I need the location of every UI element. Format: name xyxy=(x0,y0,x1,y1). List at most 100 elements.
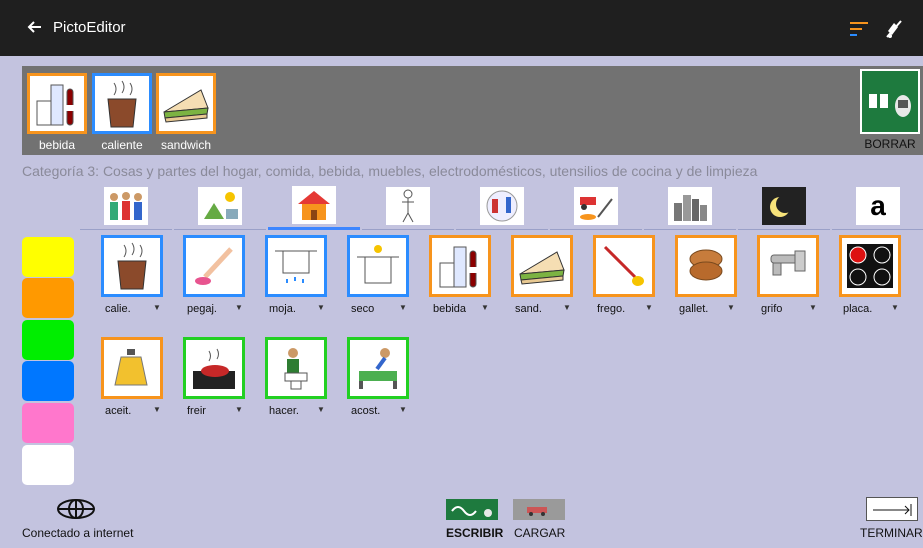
pictogram-acost[interactable]: acost. ▼ xyxy=(347,337,409,419)
pictogram-image xyxy=(429,235,491,297)
sandwich-icon xyxy=(163,88,209,123)
phrase-bar: bebida caliente sandwich BORRAR xyxy=(22,66,923,155)
toilet-icon xyxy=(284,348,308,390)
pictogram-hacer[interactable]: hacer. ▼ xyxy=(265,337,327,419)
dropdown-arrow-icon[interactable]: ▼ xyxy=(399,405,407,414)
dropdown-arrow-icon[interactable]: ▼ xyxy=(481,303,489,312)
tab-tools[interactable] xyxy=(456,182,548,230)
phrase-label: caliente xyxy=(101,138,143,152)
tools-icon xyxy=(480,186,524,225)
phrase-item-bebida[interactable]: bebida xyxy=(27,73,87,152)
sort-icon[interactable] xyxy=(850,22,870,36)
pictogram-placa[interactable]: placa. ▼ xyxy=(839,235,901,317)
back-arrow-icon[interactable] xyxy=(26,19,42,35)
phrase-pic xyxy=(92,73,152,134)
pictogram-bebida[interactable]: bebida ▼ xyxy=(429,235,491,317)
pictogram-label: moja. xyxy=(269,303,296,315)
pictogram-image xyxy=(593,235,655,297)
dropdown-arrow-icon[interactable]: ▼ xyxy=(153,405,161,414)
pictogram-moja[interactable]: moja. ▼ xyxy=(265,235,327,317)
clear-button[interactable]: BORRAR xyxy=(860,69,920,151)
cookies-icon xyxy=(689,249,723,281)
pictogram-seco[interactable]: seco ▼ xyxy=(347,235,409,317)
load-button[interactable]: CARGAR xyxy=(514,526,565,540)
drinks-icon xyxy=(36,84,74,125)
color-swatch-blue[interactable] xyxy=(22,361,74,401)
pictogram-label: freir xyxy=(187,405,206,417)
tab-house[interactable] xyxy=(268,182,360,230)
pictogram-sand[interactable]: sand. ▼ xyxy=(511,235,573,317)
dropdown-arrow-icon[interactable]: ▼ xyxy=(891,303,899,312)
dropdown-arrow-icon[interactable]: ▼ xyxy=(563,303,571,312)
faucet-icon xyxy=(770,250,806,276)
dropdown-arrow-icon[interactable]: ▼ xyxy=(153,303,161,312)
pictogram-label: gallet. xyxy=(679,303,709,315)
pictogram-gallet[interactable]: gallet. ▼ xyxy=(675,235,737,317)
dropdown-arrow-icon[interactable]: ▼ xyxy=(235,405,243,414)
tab-people[interactable] xyxy=(80,182,172,230)
tab-nature[interactable] xyxy=(174,182,266,230)
pictogram-image xyxy=(347,235,409,297)
tab-letters[interactable]: a xyxy=(832,182,923,230)
color-swatch-white[interactable] xyxy=(22,445,74,485)
body-icon xyxy=(386,186,430,225)
dropdown-arrow-icon[interactable]: ▼ xyxy=(645,303,653,312)
clear-label: BORRAR xyxy=(864,137,916,151)
pictogram-image xyxy=(265,337,327,399)
pictogram-label: frego. xyxy=(597,303,626,315)
color-swatch-orange[interactable] xyxy=(22,278,74,318)
wet-cloth-icon xyxy=(275,250,317,283)
pictogram-label: hacer. xyxy=(269,405,299,417)
dropdown-arrow-icon[interactable]: ▼ xyxy=(809,303,817,312)
pictogram-image xyxy=(101,235,163,297)
pictogram-label: aceit. xyxy=(105,405,132,417)
finish-icon[interactable] xyxy=(866,497,918,521)
dropdown-arrow-icon[interactable]: ▼ xyxy=(399,303,407,312)
tab-body[interactable] xyxy=(362,182,454,230)
pictogram-pegaj[interactable]: pegaj. ▼ xyxy=(183,235,245,317)
clear-board-icon xyxy=(860,69,920,134)
vehicles-icon xyxy=(574,186,618,225)
dropdown-arrow-icon[interactable]: ▼ xyxy=(235,303,243,312)
hot-drink-icon xyxy=(107,80,137,127)
letters-icon: a xyxy=(856,186,900,225)
pictogram-image xyxy=(511,235,573,297)
color-swatch-pink[interactable] xyxy=(22,403,74,443)
phrase-item-sandwich[interactable]: sandwich xyxy=(156,73,216,152)
dropdown-arrow-icon[interactable]: ▼ xyxy=(727,303,735,312)
pictogram-label: placa. xyxy=(843,303,873,315)
color-swatch-yellow[interactable] xyxy=(22,237,74,277)
drinks-icon xyxy=(439,246,477,288)
pictogram-grifo[interactable]: grifo ▼ xyxy=(757,235,819,317)
dry-cloth-icon xyxy=(357,245,399,284)
tab-night[interactable] xyxy=(738,182,830,230)
tab-vehicles[interactable] xyxy=(550,182,642,230)
pictogram-image xyxy=(675,235,737,297)
write-button[interactable]: ESCRIBIR xyxy=(446,526,503,540)
app-title: PictoEditor xyxy=(53,19,126,36)
tab-city[interactable] xyxy=(644,182,736,230)
color-swatch-green[interactable] xyxy=(22,320,74,360)
load-icon[interactable] xyxy=(513,499,565,520)
pictogram-aceit[interactable]: aceit. ▼ xyxy=(101,337,163,419)
category-tabs: a xyxy=(80,182,923,230)
pictogram-image xyxy=(839,235,901,297)
write-icon[interactable] xyxy=(446,499,498,520)
pictogram-label: acost. xyxy=(351,405,381,417)
night-icon xyxy=(762,186,806,225)
finish-button[interactable]: TERMINAR xyxy=(860,526,923,540)
bed-icon xyxy=(359,348,397,389)
pictogram-calie[interactable]: calie. ▼ xyxy=(101,235,163,317)
pictogram-freir[interactable]: freir ▼ xyxy=(183,337,245,419)
connection-status: Conectado a internet xyxy=(22,526,134,540)
dropdown-arrow-icon[interactable]: ▼ xyxy=(317,405,325,414)
mute-icon[interactable] xyxy=(884,19,904,39)
oil-icon xyxy=(114,349,148,386)
pictogram-frego[interactable]: frego. ▼ xyxy=(593,235,655,317)
dropdown-arrow-icon[interactable]: ▼ xyxy=(317,303,325,312)
category-title: Categoría 3: Cosas y partes del hogar, c… xyxy=(22,163,758,179)
letter-tab-label: a xyxy=(870,189,886,221)
sticky-icon xyxy=(195,247,233,285)
pictogram-label: calie. xyxy=(105,303,131,315)
phrase-item-caliente[interactable]: caliente xyxy=(92,73,152,152)
